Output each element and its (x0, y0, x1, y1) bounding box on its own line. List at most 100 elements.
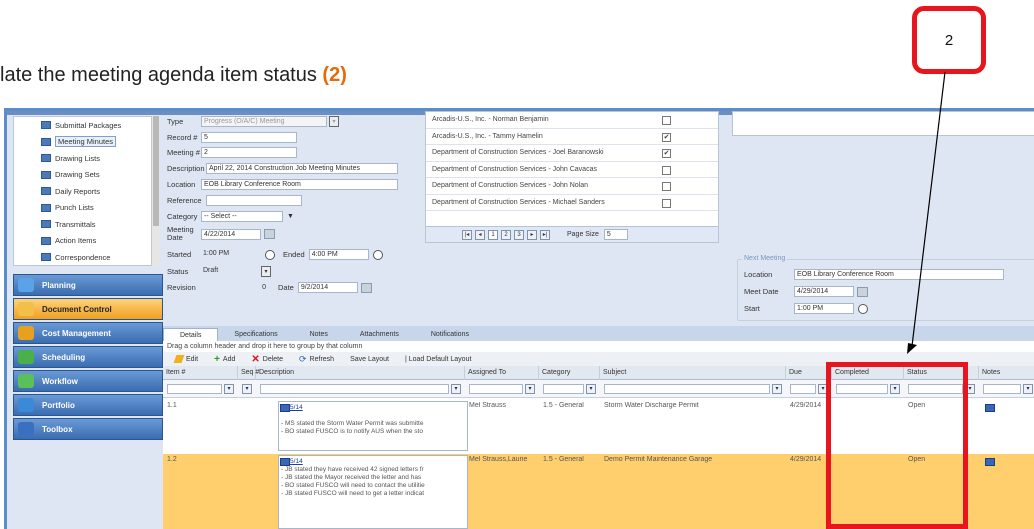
page-number-button[interactable]: 2 (501, 229, 511, 240)
ended-field[interactable]: 4:00 PM (308, 249, 369, 260)
column-header[interactable]: Assigned To (465, 366, 539, 380)
column-header[interactable]: Seq # (238, 366, 259, 380)
refresh-button[interactable]: ⟳ Refresh (293, 354, 340, 365)
attendee-checkbox[interactable]: ✔ (662, 149, 671, 158)
column-filter-input[interactable] (543, 384, 584, 394)
sidebar-item[interactable]: Drawing Sets (14, 167, 156, 184)
attendee-checkbox[interactable] (662, 165, 671, 175)
filter-icon[interactable]: ▾ (1023, 384, 1033, 394)
cell-subject: Demo Permit Maintenance Garage (604, 456, 713, 463)
load-default-layout-button[interactable]: | Load Default Layout (399, 356, 477, 363)
first-page-button[interactable]: |◂ (462, 229, 472, 240)
last-page-button[interactable]: ▸| (540, 229, 550, 240)
sidebar-item[interactable]: Submittal Packages (14, 117, 156, 134)
nav-item[interactable]: Document Control (13, 298, 163, 320)
sidebar-item[interactable]: Correspondence (14, 249, 156, 266)
attendee-checkbox[interactable]: ✔ (662, 132, 671, 142)
sidebar-item[interactable]: Drawing Lists (14, 150, 156, 167)
save-layout-button[interactable]: Save Layout (344, 356, 395, 363)
column-filter-input[interactable] (790, 384, 816, 394)
calendar-icon[interactable] (360, 282, 372, 293)
note-date-link[interactable]: 3/25/14 (281, 404, 465, 412)
sidebar-item[interactable]: Action Items (14, 233, 156, 250)
detail-tabs: Details Specifications Notes Attachments Not… (163, 326, 1034, 341)
record-field[interactable]: 5 (201, 132, 297, 143)
delete-button[interactable]: ✕ Delete (245, 354, 289, 365)
sidebar-item[interactable]: Punch Lists (14, 200, 156, 217)
reference-field[interactable] (206, 195, 302, 206)
nav-item[interactable]: Planning (13, 274, 163, 296)
attendee-checkbox[interactable] (662, 182, 671, 191)
tab-notes[interactable]: Notes (294, 328, 344, 341)
type-dropdown-button[interactable]: ▾ (329, 116, 339, 127)
calendar-icon[interactable] (264, 229, 275, 239)
filter-icon[interactable]: ▾ (224, 384, 234, 394)
meeting-date-field[interactable]: 4/22/2014 (201, 228, 261, 240)
clock-icon[interactable] (372, 249, 383, 260)
clock-icon[interactable] (265, 249, 275, 260)
column-filter-input[interactable] (167, 384, 222, 394)
sidebar-scrollbar[interactable] (151, 116, 160, 266)
column-header[interactable]: Category (539, 366, 600, 380)
meeting-number-field[interactable]: 2 (201, 147, 297, 158)
sidebar-item[interactable]: Transmittals (14, 216, 156, 233)
status-field[interactable]: Draft (201, 266, 261, 277)
meet-date-field[interactable]: 4/29/2014 (794, 286, 854, 297)
nav-item[interactable]: Scheduling (13, 346, 163, 368)
filter-icon[interactable]: ▾ (242, 384, 252, 394)
nav-item[interactable]: Workflow (13, 370, 163, 392)
column-filter-input[interactable] (983, 384, 1021, 394)
status-dropdown-button[interactable]: ▾ (261, 266, 271, 277)
description-notes[interactable]: 3/25/14 - MS stated the Storm Water Permi… (278, 401, 468, 451)
tab-notifications[interactable]: Notifications (415, 328, 485, 341)
attendee-checkbox[interactable] (662, 116, 671, 125)
started-field[interactable]: 1:00 PM (201, 249, 261, 260)
next-page-button[interactable]: ▸ (527, 229, 537, 240)
chevron-down-icon[interactable]: ▼ (287, 213, 294, 220)
filter-icon[interactable]: ▾ (525, 384, 535, 394)
right-panel (732, 111, 1034, 136)
clock-icon[interactable] (858, 303, 868, 314)
column-header[interactable]: Item # (163, 366, 238, 380)
notes-icon[interactable] (985, 404, 995, 412)
load-default-label: | Load Default Layout (404, 355, 472, 363)
description-notes[interactable]: 3/25/14- JB stated they have received 42… (278, 455, 468, 529)
location-field[interactable]: EOB Library Conference Room (201, 179, 398, 190)
attendee-name: Department of Construction Services - Jo… (432, 149, 604, 157)
column-header[interactable]: Description (256, 366, 465, 380)
nav-item[interactable]: Portfolio (13, 394, 163, 416)
note-date-link[interactable]: 3/25/14 (281, 458, 465, 466)
filter-icon[interactable]: ▾ (586, 384, 596, 394)
tab-specifications[interactable]: Specifications (218, 328, 293, 341)
nav-item[interactable]: Cost Management (13, 322, 163, 344)
notes-icon[interactable] (985, 458, 995, 466)
tab-details[interactable]: Details (163, 328, 219, 341)
column-filter-input[interactable] (469, 384, 523, 394)
filter-icon[interactable]: ▾ (451, 384, 461, 394)
page-number-button[interactable]: 1 (488, 229, 498, 240)
start-field[interactable]: 1:00 PM (794, 303, 854, 314)
scrollbar-thumb[interactable] (153, 116, 159, 226)
revision-field[interactable]: 0 (201, 284, 266, 291)
page-size-field[interactable]: 5 (603, 229, 628, 240)
nav-item[interactable]: Toolbox (13, 418, 163, 440)
next-location-field[interactable]: EOB Library Conference Room (794, 269, 1004, 280)
tab-attachments[interactable]: Attachments (344, 328, 415, 341)
column-header[interactable]: Notes (979, 366, 1034, 380)
sidebar-item[interactable]: Daily Reports (14, 183, 156, 200)
edit-button[interactable]: Edit (169, 355, 204, 363)
column-header[interactable]: Subject (600, 366, 786, 380)
date-field[interactable]: 9/2/2014 (297, 282, 358, 293)
page-number-button[interactable]: 3 (514, 229, 524, 240)
prev-page-button[interactable]: ◂ (475, 229, 485, 240)
category-select[interactable]: -- Select -- (201, 211, 283, 222)
type-field[interactable]: Progress (O/A/C) Meeting (201, 116, 327, 127)
column-filter-input[interactable] (604, 384, 770, 394)
column-filter-input[interactable] (260, 384, 449, 394)
attendee-checkbox[interactable] (662, 198, 671, 208)
filter-icon[interactable]: ▾ (772, 384, 782, 394)
calendar-icon[interactable] (857, 286, 868, 297)
sidebar-item[interactable]: Meeting Minutes (14, 134, 156, 151)
description-field[interactable]: April 22, 2014 Construction Job Meeting … (206, 163, 398, 174)
add-button[interactable]: + Add (208, 354, 241, 365)
